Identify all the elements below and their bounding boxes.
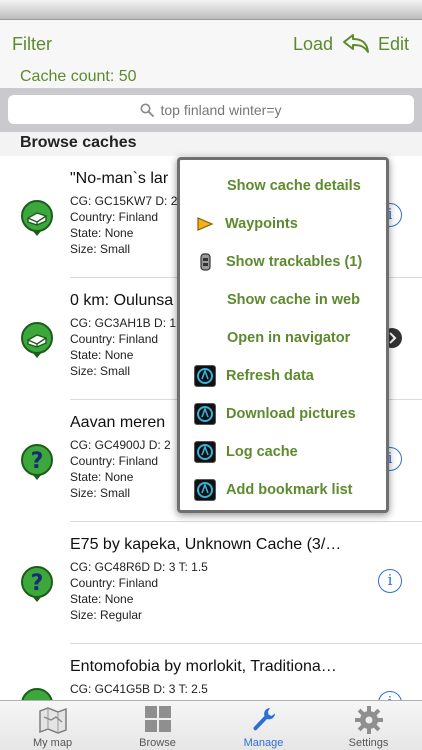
edit-button[interactable]: Edit — [378, 34, 409, 55]
tab-label: Browse — [139, 737, 176, 749]
menu-item-download-pictures[interactable]: Download pictures — [180, 396, 386, 432]
cache-country: Country: Finland — [70, 210, 159, 224]
unknown-cache-icon: ? — [21, 566, 53, 602]
app-icon — [194, 403, 216, 425]
menu-item-open-in-navigator[interactable]: Open in navigator — [180, 320, 386, 356]
navigation-bar: Filter Load Edit Cache count: 50 — [0, 20, 422, 88]
app-icon — [194, 441, 216, 463]
load-button[interactable]: Load — [293, 34, 333, 55]
tab-settings[interactable]: Settings — [316, 701, 421, 750]
cache-size: Size: Regular — [70, 608, 143, 622]
cache-state: State: None — [70, 348, 134, 362]
menu-item-label: Add bookmark list — [226, 482, 353, 498]
trackable-icon — [200, 253, 211, 271]
cache-title: Aavan meren — [70, 414, 166, 431]
wrench-icon — [253, 708, 275, 731]
menu-item-label: Download pictures — [226, 406, 356, 422]
menu-item-add-bookmark-list[interactable]: Add bookmark list — [180, 472, 386, 508]
menu-item-label: Show trackables (1) — [226, 254, 363, 270]
cache-code: CG: GC3AH1B D: 1 — [70, 316, 177, 330]
list-item[interactable]: ? E75 by kapeka, Unknown Cache (3/… CG: … — [0, 522, 422, 644]
svg-text:?: ? — [31, 571, 44, 596]
traditional-cache-icon — [21, 200, 53, 236]
undo-arrow-icon[interactable] — [342, 33, 370, 55]
tab-bar: My map Browse Manage Settings — [0, 700, 422, 750]
search-bar: top finland winter=y — [0, 88, 422, 132]
menu-item-label: Show cache in web — [227, 292, 360, 308]
unknown-cache-icon: ? — [21, 444, 53, 480]
menu-item-show-trackables[interactable]: Show trackables (1) — [180, 244, 386, 280]
cache-country: Country: Finland — [70, 332, 159, 346]
menu-item-show-cache-in-web[interactable]: Show cache in web — [180, 282, 386, 318]
cache-code: CG: GC48R6D D: 3 T: 1.5 — [70, 560, 208, 574]
search-icon — [140, 103, 155, 117]
cache-country: Country: Finland — [70, 454, 159, 468]
svg-text:?: ? — [31, 449, 44, 474]
cache-action-menu: Show cache details Waypoints Show tracka… — [177, 157, 389, 513]
menu-item-label: Open in navigator — [227, 330, 351, 346]
app-icon — [194, 479, 216, 501]
app-icon — [194, 365, 216, 387]
traditional-cache-icon — [21, 688, 53, 700]
grid-icon — [145, 706, 171, 732]
flag-icon — [197, 217, 214, 231]
filter-button[interactable]: Filter — [12, 34, 52, 55]
list-item[interactable]: Entomofobia by morlokit, Traditiona… CG:… — [0, 644, 422, 700]
cache-size: Size: Small — [70, 242, 131, 256]
tab-browse[interactable]: Browse — [105, 701, 210, 750]
cache-count: Cache count: 50 — [20, 68, 137, 85]
section-header: Browse caches — [0, 132, 422, 156]
menu-item-waypoints[interactable]: Waypoints — [180, 206, 386, 242]
cache-state: State: None — [70, 592, 134, 606]
tab-manage[interactable]: Manage — [211, 701, 316, 750]
tab-label: Manage — [243, 737, 284, 749]
status-bar — [0, 0, 422, 20]
menu-item-log-cache[interactable]: Log cache — [180, 434, 386, 470]
map-icon — [39, 707, 67, 734]
menu-item-show-cache-details[interactable]: Show cache details — [180, 168, 386, 204]
cache-size: Size: Small — [70, 364, 131, 378]
cache-code: CG: GC41G5B D: 3 T: 2.5 — [70, 682, 208, 696]
cache-title: E75 by kapeka, Unknown Cache (3/… — [70, 536, 342, 553]
gear-icon — [355, 706, 383, 734]
section-title: Browse caches — [20, 134, 137, 151]
cache-title: 0 km: Oulunsa — [70, 292, 174, 309]
cache-code: CG: GC15KW7 D: 2 — [70, 194, 178, 208]
menu-item-label: Waypoints — [225, 216, 298, 232]
menu-item-label: Show cache details — [227, 178, 361, 194]
search-query: top finland winter=y — [160, 101, 282, 118]
cache-title: Entomofobia by morlokit, Traditiona… — [70, 658, 337, 675]
menu-item-refresh-data[interactable]: Refresh data — [180, 358, 386, 394]
tab-label: Settings — [348, 737, 389, 749]
cache-code: CG: GC4900J D: 2 — [70, 438, 171, 452]
cache-country: Country: Finland — [70, 576, 159, 590]
cache-size: Size: Small — [70, 486, 131, 500]
menu-item-label: Log cache — [226, 444, 298, 460]
menu-item-label: Refresh data — [226, 368, 314, 384]
traditional-cache-icon — [21, 322, 53, 358]
tab-my-map[interactable]: My map — [0, 701, 105, 750]
cache-title: "No-man`s lar — [70, 170, 169, 187]
cache-state: State: None — [70, 226, 134, 240]
cache-state: State: None — [70, 470, 134, 484]
info-button[interactable]: i — [378, 691, 402, 700]
info-button[interactable]: i — [378, 569, 402, 593]
search-input[interactable]: top finland winter=y — [8, 95, 414, 124]
tab-label: My map — [32, 737, 73, 749]
